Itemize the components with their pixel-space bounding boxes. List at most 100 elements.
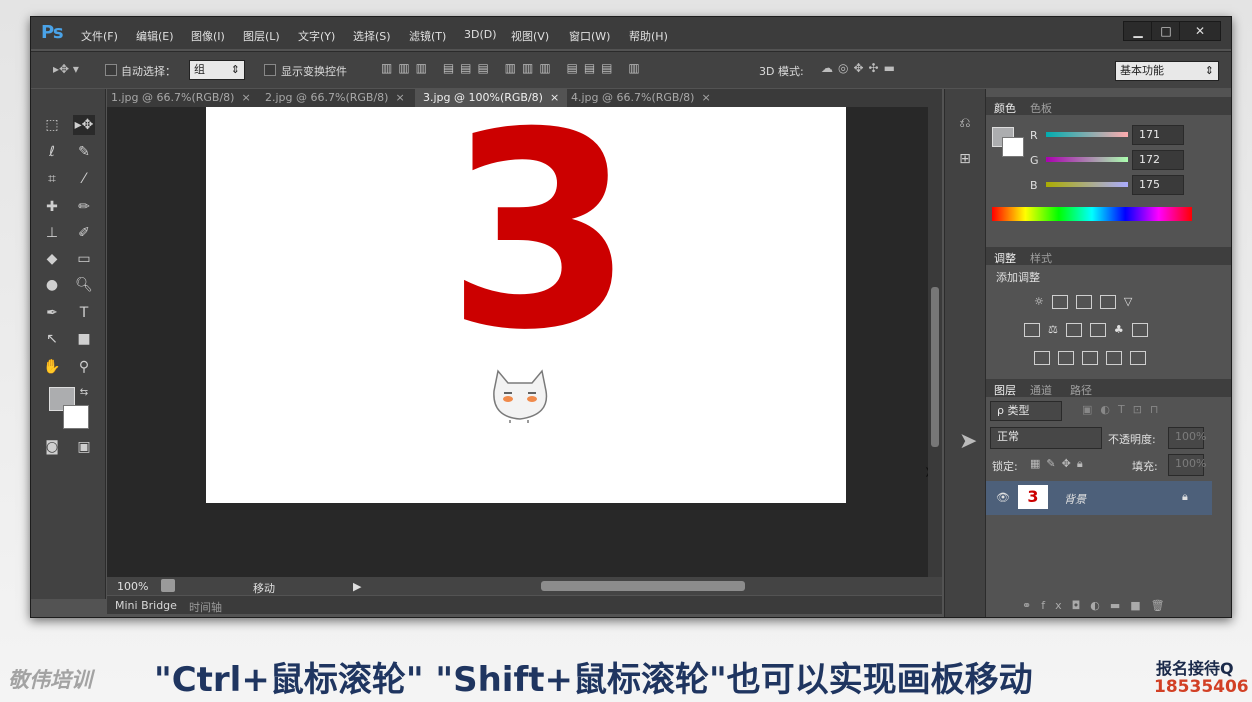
- fill-field[interactable]: 100%: [1168, 454, 1206, 476]
- hand-tool-icon[interactable]: ✋: [41, 357, 63, 377]
- screen-mode-icon[interactable]: ▣: [73, 437, 95, 457]
- brush-tool-icon[interactable]: ✏: [73, 197, 95, 217]
- threshold-icon[interactable]: [1082, 351, 1098, 365]
- workspace-dropdown[interactable]: 基本功能 ⇕: [1115, 61, 1219, 81]
- background-color-swatch[interactable]: [63, 405, 89, 429]
- tab-1-jpg[interactable]: 1.jpg @ 66.7%(RGB/8) ×: [111, 89, 251, 107]
- opacity-field[interactable]: 100%: [1168, 427, 1206, 449]
- maximize-button[interactable]: □: [1151, 21, 1181, 41]
- tab-channels[interactable]: 通道: [1030, 382, 1052, 398]
- channel-r-value[interactable]: 171: [1132, 125, 1184, 145]
- blur-tool-icon[interactable]: ●: [41, 275, 63, 295]
- channel-g-value[interactable]: 172: [1132, 150, 1184, 170]
- swap-colors-icon[interactable]: ⇆: [73, 383, 95, 403]
- eyedropper-tool-icon[interactable]: ⁄: [73, 169, 95, 189]
- horizontal-scroll-thumb[interactable]: [541, 581, 745, 591]
- crop-tool-icon[interactable]: ⌗: [41, 169, 63, 189]
- document-canvas[interactable]: 3: [206, 97, 846, 503]
- zoom-tool-icon[interactable]: ⚲: [73, 357, 95, 377]
- hue-saturation-icon[interactable]: [1024, 323, 1040, 337]
- gradient-map-icon[interactable]: [1130, 351, 1146, 365]
- tab-mini-bridge[interactable]: Mini Bridge: [115, 599, 177, 612]
- auto-select-dropdown[interactable]: 组 ⇕: [189, 60, 245, 80]
- minimize-button[interactable]: ▁: [1123, 21, 1153, 41]
- exposure-icon[interactable]: [1099, 295, 1116, 309]
- align-icons[interactable]: ▥▥▥ ▤▤▤ ▥▥▥ ▤▤▤ ▥: [381, 61, 646, 75]
- quick-mask-icon[interactable]: ◙: [41, 437, 63, 457]
- lasso-tool-icon[interactable]: ℓ: [41, 142, 63, 162]
- menu-edit[interactable]: 编辑(E): [136, 28, 174, 44]
- menu-file[interactable]: 文件(F): [81, 28, 118, 44]
- channel-b-slider[interactable]: [1046, 182, 1128, 187]
- vibrance-icon[interactable]: ▽: [1124, 295, 1132, 309]
- type-tool-icon[interactable]: T: [73, 303, 95, 323]
- properties-panel-icon[interactable]: ⊞: [954, 149, 976, 169]
- status-info-icon[interactable]: [161, 579, 175, 592]
- vertical-scroll-thumb[interactable]: [931, 287, 939, 447]
- tab-close-icon[interactable]: ×: [395, 91, 404, 104]
- photo-filter-icon[interactable]: [1089, 323, 1106, 337]
- curves-icon[interactable]: [1075, 295, 1092, 309]
- menu-image[interactable]: 图像(I): [191, 28, 225, 44]
- posterize-icon[interactable]: [1058, 351, 1074, 365]
- tab-timeline[interactable]: 时间轴: [189, 599, 222, 615]
- eraser-tool-icon[interactable]: ◆: [41, 249, 63, 269]
- show-transform-checkbox[interactable]: [264, 64, 276, 76]
- channel-mixer-icon[interactable]: ♣: [1114, 323, 1124, 337]
- layer-name[interactable]: 背景: [1064, 491, 1086, 507]
- menu-filter[interactable]: 滤镜(T): [409, 28, 446, 44]
- canvas-area[interactable]: 3 ➤: [107, 97, 937, 577]
- menu-type[interactable]: 文字(Y): [298, 28, 335, 44]
- path-select-tool-icon[interactable]: ↖: [41, 329, 63, 349]
- history-brush-icon[interactable]: ✐: [73, 223, 95, 243]
- black-white-icon[interactable]: [1065, 323, 1082, 337]
- blend-mode-dropdown[interactable]: 正常: [990, 427, 1102, 449]
- levels-icon[interactable]: [1051, 295, 1068, 309]
- menu-layer[interactable]: 图层(L): [243, 28, 280, 44]
- menu-view[interactable]: 视图(V): [511, 28, 549, 44]
- tab-swatches[interactable]: 色板: [1030, 100, 1052, 116]
- move-tool-preset-icon[interactable]: ▸✥ ▾: [53, 62, 79, 76]
- lock-icons[interactable]: ▦✎✥🔒︎: [1030, 457, 1089, 471]
- healing-brush-icon[interactable]: ✚: [41, 197, 63, 217]
- visibility-eye-icon[interactable]: 👁︎: [996, 491, 1010, 504]
- move-tool-icon[interactable]: ▸✥: [73, 115, 95, 135]
- history-panel-icon[interactable]: ⎌: [954, 113, 976, 133]
- menu-select[interactable]: 选择(S): [353, 28, 391, 44]
- vertical-scrollbar[interactable]: [928, 107, 942, 577]
- color-lookup-icon[interactable]: [1131, 323, 1148, 337]
- tab-adjustments[interactable]: 调整: [994, 250, 1016, 266]
- pen-tool-icon[interactable]: ✒: [41, 303, 63, 323]
- shape-tool-icon[interactable]: ■: [73, 329, 95, 349]
- menu-3d[interactable]: 3D(D): [464, 28, 497, 41]
- menu-window[interactable]: 窗口(W): [569, 28, 610, 44]
- zoom-level[interactable]: 100%: [117, 580, 148, 593]
- invert-icon[interactable]: [1034, 351, 1050, 365]
- 3d-mode-icons[interactable]: ☁◎✥✣▬: [821, 61, 900, 75]
- quick-select-tool-icon[interactable]: ✎: [73, 142, 95, 162]
- channel-g-slider[interactable]: [1046, 157, 1128, 162]
- bg-color-preview[interactable]: [1002, 137, 1024, 157]
- color-balance-icon[interactable]: ⚖: [1048, 323, 1058, 337]
- brightness-icon[interactable]: ☼: [1034, 295, 1044, 309]
- layer-filter-icons[interactable]: ▣◐T⊡⊓: [1082, 403, 1167, 416]
- gradient-tool-icon[interactable]: ▭: [73, 249, 95, 269]
- stamp-tool-icon[interactable]: ⊥: [41, 223, 63, 243]
- selective-color-icon[interactable]: [1106, 351, 1122, 365]
- channel-b-value[interactable]: 175: [1132, 175, 1184, 195]
- tab-paths[interactable]: 路径: [1070, 382, 1092, 398]
- marquee-tool-icon[interactable]: ⬚: [41, 115, 63, 135]
- tab-close-icon[interactable]: ×: [241, 91, 250, 104]
- tab-styles[interactable]: 样式: [1030, 250, 1052, 266]
- menu-help[interactable]: 帮助(H): [629, 28, 668, 44]
- tab-color[interactable]: 颜色: [994, 100, 1016, 116]
- dodge-tool-icon[interactable]: 🔍︎: [73, 275, 95, 295]
- tab-2-jpg[interactable]: 2.jpg @ 66.7%(RGB/8) ×: [265, 89, 405, 107]
- status-arrow-icon[interactable]: ▶: [353, 580, 361, 593]
- layer-filter-dropdown[interactable]: ρ 类型: [990, 401, 1062, 421]
- layer-row-background[interactable]: 👁︎ 3 背景 🔒︎: [986, 481, 1212, 515]
- close-window-button[interactable]: ✕: [1179, 21, 1221, 41]
- tab-close-icon[interactable]: ×: [701, 91, 710, 104]
- channel-r-slider[interactable]: [1046, 132, 1128, 137]
- auto-select-checkbox[interactable]: [105, 64, 117, 76]
